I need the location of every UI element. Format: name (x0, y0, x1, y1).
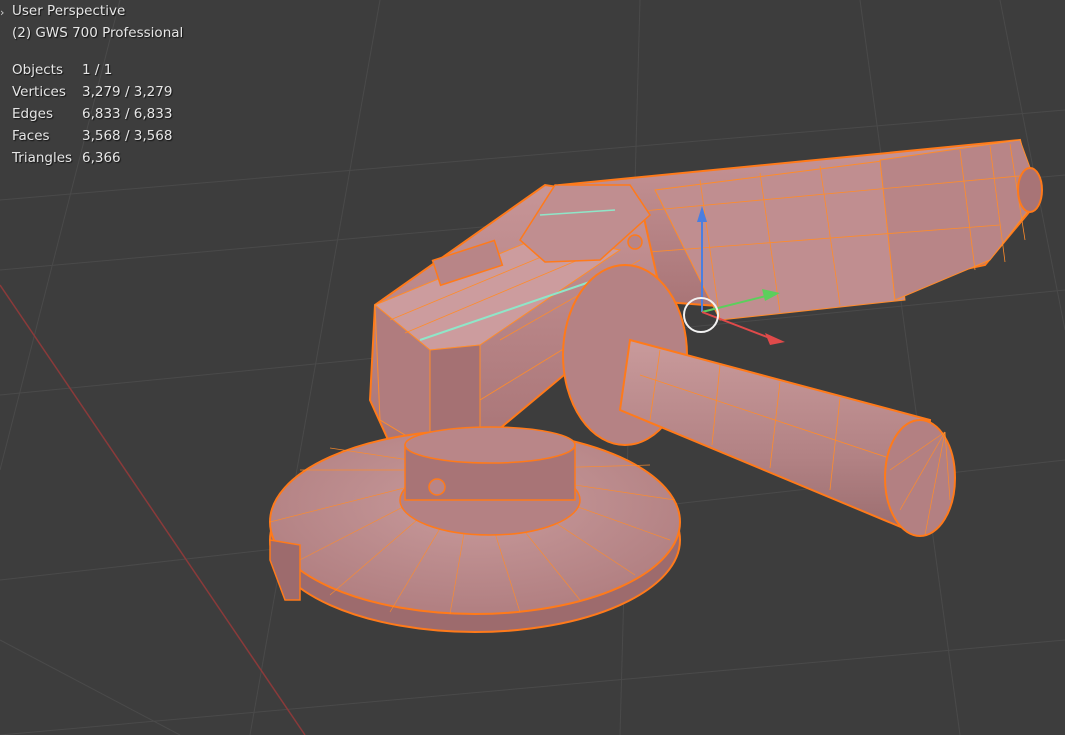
stat-faces: Faces 3,568 / 3,568 (12, 127, 172, 149)
stat-edges: Edges 6,833 / 6,833 (12, 105, 172, 127)
stat-value: 1 / 1 (82, 62, 113, 78)
stat-triangles: Triangles 6,366 (12, 149, 172, 171)
active-object-name: (2) GWS 700 Professional (12, 25, 184, 41)
disc-guard (269, 426, 681, 633)
chevron-right-icon[interactable]: › (0, 6, 10, 20)
stat-label: Triangles (12, 150, 73, 166)
stat-label: Faces (12, 128, 50, 144)
stat-label: Objects (12, 62, 64, 78)
stat-value: 6,366 (82, 150, 121, 166)
stat-label: Edges (12, 106, 54, 122)
x-axis-line (0, 284, 306, 735)
stat-value: 3,568 / 3,568 (82, 128, 173, 144)
stat-objects: Objects 1 / 1 (12, 61, 172, 83)
statistics-overlay: Objects 1 / 1 Vertices 3,279 / 3,279 Edg… (12, 61, 172, 171)
stat-value: 6,833 / 6,833 (82, 106, 173, 122)
stat-label: Vertices (12, 84, 66, 100)
stat-vertices: Vertices 3,279 / 3,279 (12, 83, 172, 105)
stat-value: 3,279 / 3,279 (82, 84, 173, 100)
3d-viewport[interactable]: › User Perspective (2) GWS 700 Professio… (0, 0, 1065, 735)
view-name: User Perspective (12, 3, 126, 19)
